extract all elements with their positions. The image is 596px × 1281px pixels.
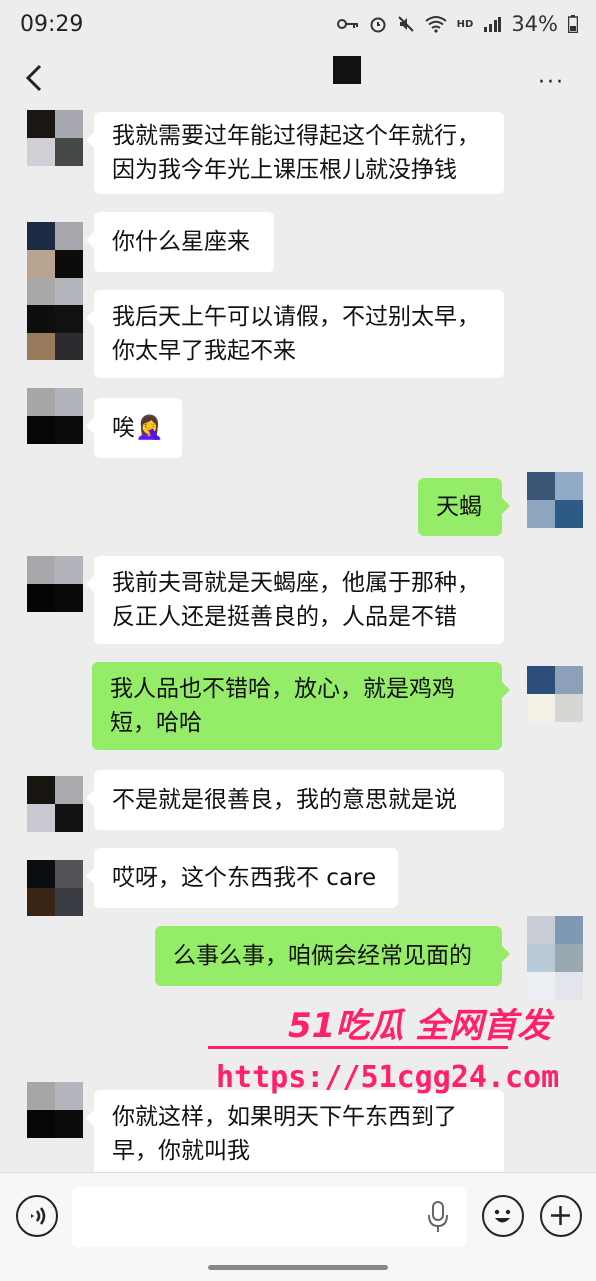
message-text: 你太早了我起不来 — [112, 338, 296, 364]
message-text: 唉🤦‍♀️ — [112, 415, 164, 441]
avatar[interactable] — [27, 776, 83, 832]
avatar[interactable] — [27, 278, 83, 360]
home-indicator — [208, 1265, 388, 1270]
message-bubble[interactable]: 我人品也不错哈，放心，就是鸡鸡 短，哈哈 — [92, 662, 510, 750]
message-text: 么事么事，咱俩会经常见面的 — [173, 943, 472, 969]
message-text: 我人品也不错哈，放心，就是鸡鸡 — [110, 676, 455, 702]
input-bar — [0, 1172, 596, 1281]
emoji-icon[interactable] — [482, 1195, 524, 1237]
network-type: HD — [456, 18, 474, 30]
watermark-title: 51吃瓜 全网首发 — [288, 1006, 552, 1046]
message-text: 反正人还是挺善良的，人品是不错 — [112, 604, 457, 630]
avatar[interactable] — [27, 1082, 83, 1138]
message-text: 你什么星座来 — [112, 229, 250, 255]
status-time: 09:29 — [20, 12, 84, 37]
message-bubble[interactable]: 你就这样，如果明天下午东西到了 早，你就叫我 — [86, 1090, 504, 1178]
chevron-left-icon[interactable] — [20, 62, 48, 94]
message-text: 我前夫哥就是天蝎座，他属于那种， — [112, 570, 480, 596]
message-text: 我后天上午可以请假，不过别太早， — [112, 304, 480, 330]
alarm-icon — [370, 17, 386, 33]
message-bubble[interactable]: 唉🤦‍♀️ — [86, 398, 182, 458]
watermark-line — [208, 1046, 508, 1049]
signal-icon — [484, 17, 502, 32]
message-bubble[interactable]: 你什么星座来 — [86, 212, 274, 272]
message-bubble[interactable]: 我就需要过年能过得起这个年就行， 因为我今年光上课压根儿就没挣钱 — [86, 112, 504, 194]
message-bubble[interactable]: 我前夫哥就是天蝎座，他属于那种， 反正人还是挺善良的，人品是不错 — [86, 556, 504, 644]
chat-title-redacted — [333, 56, 361, 84]
message-text: 早，你就叫我 — [112, 1138, 250, 1164]
message-text: 天蝎 — [436, 494, 482, 520]
key-icon — [336, 19, 358, 29]
battery-icon — [568, 15, 578, 33]
message-bubble[interactable]: 天蝎 — [418, 478, 510, 536]
status-bar: 09:29 HD 34% — [0, 0, 596, 52]
message-bubble[interactable]: 我后天上午可以请假，不过别太早， 你太早了我起不来 — [86, 290, 504, 378]
avatar[interactable] — [527, 916, 583, 1000]
watermark-url: https://51cgg24.com — [216, 1060, 560, 1095]
chat-header: ··· — [0, 52, 596, 108]
avatar[interactable] — [27, 110, 83, 166]
avatar[interactable] — [527, 472, 583, 528]
voice-icon[interactable] — [16, 1195, 58, 1237]
message-bubble[interactable]: 不是就是很善良，我的意思就是说 — [86, 770, 504, 830]
wifi-icon — [425, 16, 447, 33]
message-text: 我就需要过年能过得起这个年就行， — [112, 123, 480, 149]
message-text: 短，哈哈 — [110, 710, 202, 736]
battery-percent: 34% — [511, 12, 558, 36]
avatar[interactable] — [27, 860, 83, 916]
message-text: 你就这样，如果明天下午东西到了 — [112, 1104, 457, 1130]
mic-icon[interactable] — [428, 1201, 448, 1233]
plus-icon[interactable] — [540, 1195, 582, 1237]
message-text: 不是就是很善良，我的意思就是说 — [112, 787, 457, 813]
message-input[interactable] — [72, 1187, 466, 1247]
message-bubble[interactable]: 哎呀，这个东西我不 care — [86, 848, 398, 908]
message-bubble[interactable]: 么事么事，咱俩会经常见面的 — [155, 926, 510, 986]
avatar[interactable] — [27, 556, 83, 612]
more-options-button[interactable]: ··· — [538, 70, 565, 95]
status-icons: HD 34% — [336, 12, 578, 36]
message-text: 因为我今年光上课压根儿就没挣钱 — [112, 157, 457, 183]
mute-icon — [397, 16, 414, 32]
watermark: 51吃瓜 全网首发 https://51cgg24.com — [208, 998, 559, 1098]
avatar[interactable] — [527, 666, 583, 722]
message-text: 哎呀，这个东西我不 care — [112, 865, 377, 891]
avatar[interactable] — [27, 388, 83, 444]
avatar[interactable] — [27, 222, 83, 278]
